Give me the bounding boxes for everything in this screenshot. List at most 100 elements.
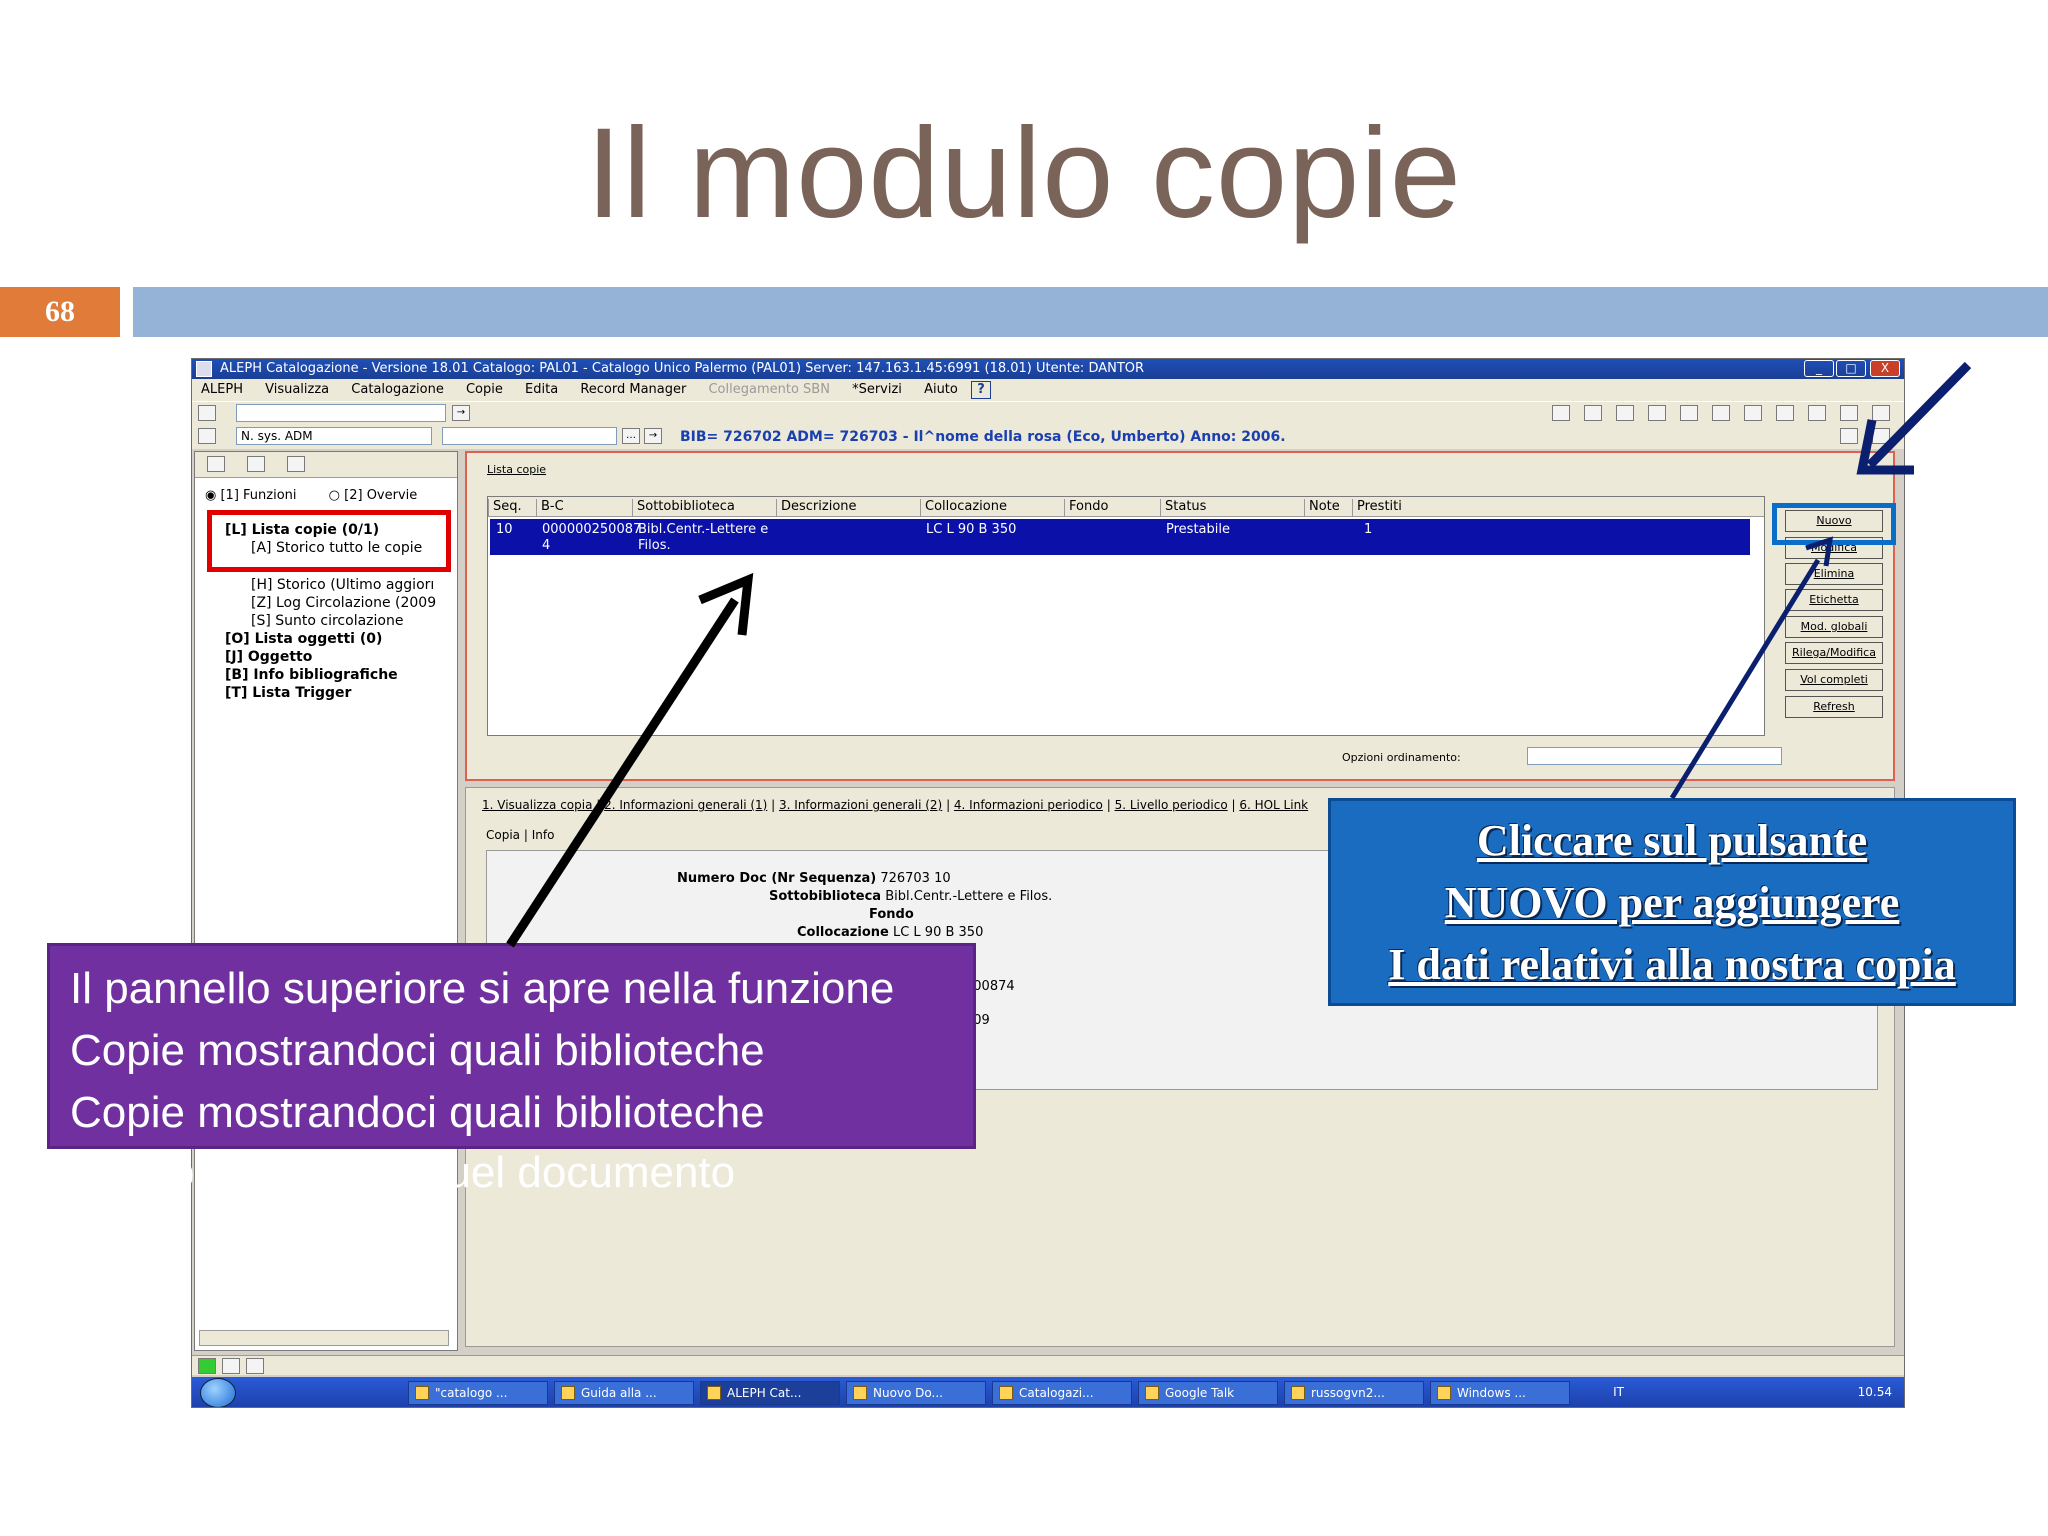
highlight-nuovo-button — [1772, 503, 1896, 545]
taskbar-item-catalogazione[interactable]: Catalogazi... — [992, 1381, 1132, 1405]
minimize-button[interactable]: _ — [1804, 360, 1834, 377]
mod-globali-button[interactable]: Mod. globali — [1785, 616, 1883, 638]
col-bc[interactable]: B-C — [536, 499, 564, 516]
tree-item-oggetto[interactable]: [J] Oggetto — [225, 649, 312, 665]
maximize-button[interactable]: □ — [1836, 360, 1866, 377]
toolbar-icon-7[interactable] — [1744, 405, 1762, 421]
left-tab-record-icon[interactable] — [207, 456, 225, 472]
tree-item-info-bibliografiche[interactable]: [B] Info bibliografiche — [225, 667, 398, 683]
toolbar-icon-1[interactable] — [1552, 405, 1570, 421]
radio-overview-label[interactable]: [2] Overvie — [344, 488, 417, 503]
chat-icon — [1145, 1386, 1159, 1400]
binoculars-icon[interactable] — [287, 456, 305, 472]
tree-item-lista-oggetti[interactable]: [O] Lista oggetti (0) — [225, 631, 382, 647]
tree-item-storico-ultimo[interactable]: [H] Storico (Ultimo aggiorı — [251, 577, 434, 593]
toolbar-icon-5[interactable] — [1680, 405, 1698, 421]
tab-hol-link[interactable]: 6. HOL Link — [1239, 798, 1308, 812]
detail-label: Numero Doc (Nr Sequenza) — [677, 871, 877, 886]
toolbar-icon-3[interactable] — [1616, 405, 1634, 421]
menu-aleph[interactable]: ALEPH — [192, 379, 252, 401]
tab-livello-periodico[interactable]: 5. Livello periodico — [1115, 798, 1228, 812]
col-prestiti[interactable]: Prestiti — [1352, 499, 1402, 516]
start-button-icon[interactable] — [200, 1378, 236, 1407]
table-row[interactable]: 10 000000250087 4 Bibl.Centr.-Lettere e … — [490, 519, 1750, 555]
tab-info-generali-1[interactable]: 2. Informazioni generali (1) — [604, 798, 767, 812]
tree-item-lista-trigger[interactable]: [T] Lista Trigger — [225, 685, 351, 701]
taskbar-label: Google Talk — [1165, 1386, 1235, 1400]
subtab-info[interactable]: Info — [532, 828, 555, 842]
callout-purple-line-2: Copie mostrandoci quali biblioteche — [70, 1026, 765, 1075]
taskbar-item-windows[interactable]: Windows ... — [1430, 1381, 1570, 1405]
tree-item-log-circolazione[interactable]: [Z] Log Circolazione (2009 — [251, 595, 436, 611]
taskbar-label: Windows ... — [1457, 1386, 1526, 1400]
taskbar-item-catalogo[interactable]: "catalogo ... — [408, 1381, 548, 1405]
tray-clock[interactable]: 10.54 — [1858, 1385, 1892, 1399]
refresh-button[interactable]: Refresh — [1785, 696, 1883, 718]
rilega-modifica-button[interactable]: Rilega/Modifica — [1785, 642, 1883, 664]
search-field[interactable] — [236, 404, 446, 422]
copy-icon[interactable] — [198, 428, 216, 444]
menubar: ALEPH Visualizza Catalogazione Copie Edi… — [192, 379, 1904, 401]
col-descrizione[interactable]: Descrizione — [776, 499, 857, 516]
sort-options-select[interactable] — [1527, 747, 1782, 765]
detail-label: Fondo — [869, 907, 914, 922]
menu-edita[interactable]: Edita — [516, 379, 567, 401]
toolbar-icon-10[interactable] — [1840, 405, 1858, 421]
taskbar-label: russogvn2... — [1311, 1386, 1385, 1400]
tab-visualizza-copia[interactable]: 1. Visualizza copia — [482, 798, 592, 812]
browse-icon[interactable]: … — [622, 428, 640, 444]
taskbar-label: Catalogazi... — [1019, 1386, 1094, 1400]
record-icon[interactable] — [198, 405, 216, 421]
sys-select[interactable]: N. sys. ADM — [236, 427, 432, 445]
tray-language[interactable]: IT — [1613, 1385, 1624, 1399]
toolbar-icon-4[interactable] — [1648, 405, 1666, 421]
taskbar-item-russogvn[interactable]: russogvn2... — [1284, 1381, 1424, 1405]
toolbar-icon-11[interactable] — [1872, 405, 1890, 421]
taskbar-item-nuovo-doc[interactable]: Nuovo Do... — [846, 1381, 986, 1405]
tab-info-periodico[interactable]: 4. Informazioni periodico — [954, 798, 1103, 812]
menu-catalogazione[interactable]: Catalogazione — [342, 379, 453, 401]
menu-copie[interactable]: Copie — [457, 379, 512, 401]
vol-completi-button[interactable]: Vol completi — [1785, 669, 1883, 691]
word-icon — [999, 1386, 1013, 1400]
tab-lista-copie[interactable]: Lista copie — [487, 463, 546, 476]
toolbar-icon-8[interactable] — [1776, 405, 1794, 421]
toolbar-icon-9[interactable] — [1808, 405, 1826, 421]
toolbar-icon-13[interactable] — [1872, 428, 1890, 444]
menu-record-manager[interactable]: Record Manager — [571, 379, 695, 401]
taskbar-item-aleph[interactable]: ALEPH Cat... — [700, 1381, 840, 1405]
etichetta-button[interactable]: Etichetta — [1785, 589, 1883, 611]
col-sottobiblioteca[interactable]: Sottobiblioteca — [632, 499, 735, 516]
col-status[interactable]: Status — [1160, 499, 1206, 516]
menu-collegamento-sbn[interactable]: Collegamento SBN — [699, 379, 838, 401]
go-arrow-icon-2[interactable]: → — [644, 428, 662, 444]
close-button[interactable]: X — [1870, 360, 1900, 377]
menu-visualizza[interactable]: Visualizza — [256, 379, 338, 401]
col-collocazione[interactable]: Collocazione — [920, 499, 1007, 516]
help-icon[interactable]: ? — [971, 381, 991, 399]
callout-blue-line-1: Cliccare sul pulsante — [1476, 816, 1868, 865]
taskbar-label: Nuovo Do... — [873, 1386, 943, 1400]
taskbar-item-guida[interactable]: Guida alla ... — [554, 1381, 694, 1405]
radio-funzioni-label[interactable]: [1] Funzioni — [220, 488, 296, 503]
tab-info-generali-2[interactable]: 3. Informazioni generali (2) — [779, 798, 942, 812]
elimina-button[interactable]: Elimina — [1785, 563, 1883, 585]
menu-servizi[interactable]: *Servizi — [843, 379, 911, 401]
toolbar-icon-6[interactable] — [1712, 405, 1730, 421]
col-seq[interactable]: Seq. — [488, 499, 522, 516]
left-tab-copy-icon[interactable] — [247, 456, 265, 472]
menu-aiuto[interactable]: Aiuto — [915, 379, 967, 401]
taskbar-item-google-talk[interactable]: Google Talk — [1138, 1381, 1278, 1405]
col-fondo[interactable]: Fondo — [1064, 499, 1108, 516]
subtab-copia[interactable]: Copia — [486, 828, 520, 842]
toolbar-icon-2[interactable] — [1584, 405, 1602, 421]
sys-number-input[interactable] — [442, 427, 617, 445]
callout-nuovo-instruction: Cliccare sul pulsante NUOVO per aggiunge… — [1328, 798, 2016, 1006]
col-note[interactable]: Note — [1304, 499, 1340, 516]
go-arrow-icon[interactable]: → — [452, 405, 470, 421]
radio-overview-icon[interactable]: ○ — [329, 488, 340, 503]
radio-funzioni-icon[interactable]: ◉ — [205, 488, 216, 503]
toolbar-icon-12[interactable] — [1840, 428, 1858, 444]
tree-item-sunto-circolazione[interactable]: [S] Sunto circolazione — [251, 613, 403, 629]
left-horizontal-scrollbar[interactable] — [199, 1330, 449, 1346]
